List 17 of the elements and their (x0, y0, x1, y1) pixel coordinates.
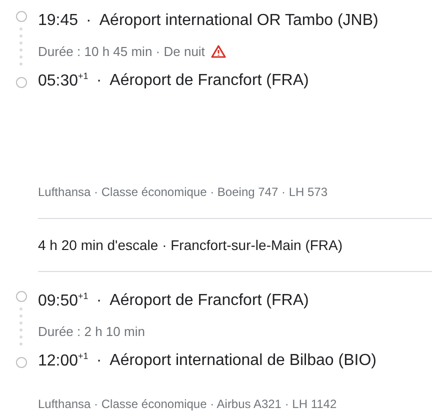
airport: · Aéroport international OR Tambo (JNB) (86, 12, 378, 30)
layover-info: 4 h 20 min d'escale · Francfort-sur-le-Main (FRA) (38, 237, 343, 253)
airport: · Aéroport international de Bilbao (BIO) (96, 352, 376, 370)
flight-details: Lufthansa · Classe économique · Airbus A321 · LH 1142 (38, 397, 337, 411)
time: 19:45 (38, 12, 78, 30)
flight-duration: Durée : 10 h 45 min · De nuit (38, 44, 205, 58)
airport: · Aéroport de Francfort (FRA) (96, 72, 309, 90)
flight-details: Lufthansa · Classe économique · Boeing 747 · LH 573 (38, 185, 328, 199)
flight-duration: Durée : 2 h 10 min (38, 324, 145, 338)
time: 09:50$^{+1}$ (38, 291, 88, 311)
stop-circle (16, 11, 26, 22)
stop-circle (16, 357, 26, 368)
stop-circle (16, 291, 26, 302)
stop-circle (16, 77, 26, 88)
time: 12:00$^{+1}$ (38, 351, 88, 371)
airport: · Aéroport de Francfort (FRA) (96, 292, 309, 310)
time: 05:30$^{+1}$ (38, 71, 88, 91)
